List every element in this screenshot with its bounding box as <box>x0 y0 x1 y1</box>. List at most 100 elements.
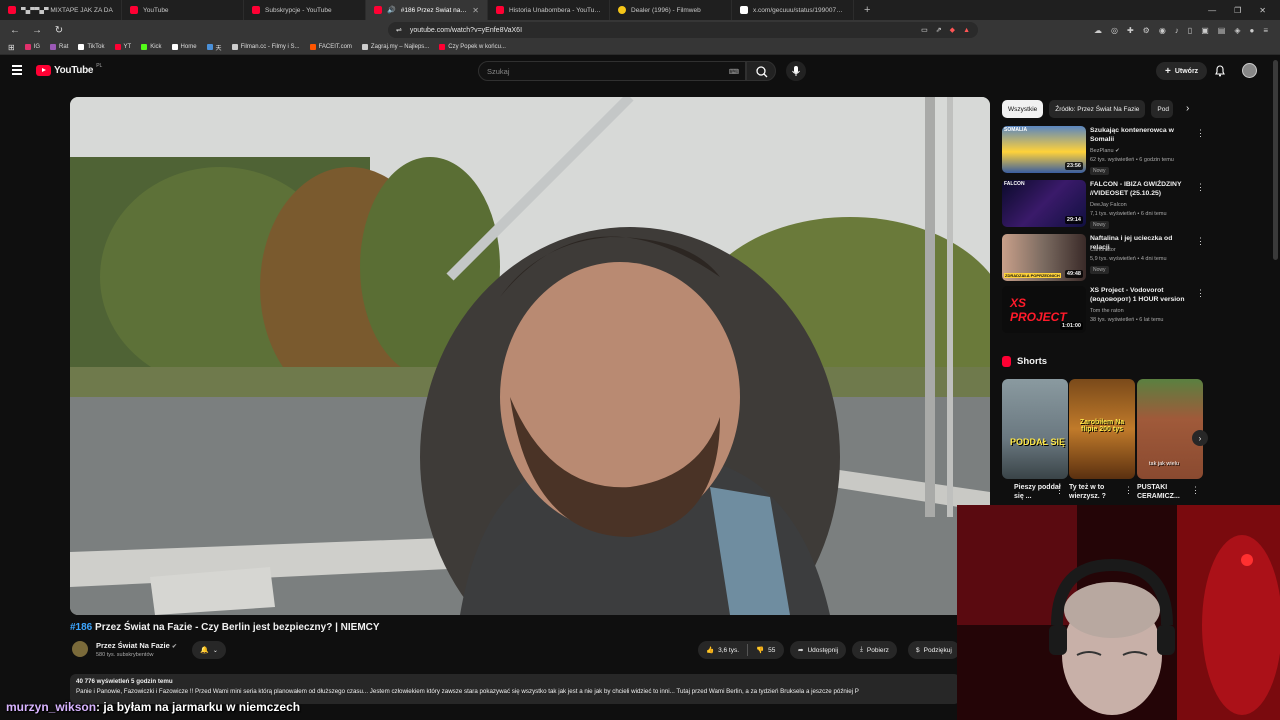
more-options-icon[interactable]: ⋮ <box>1124 485 1133 496</box>
more-options-icon[interactable]: ⋮ <box>1196 182 1205 193</box>
bookmark[interactable]: IG <box>24 44 40 50</box>
recommended-video[interactable]: XS PROJECT 1:01:00 XS Project - Vodovoro… <box>1002 286 1205 336</box>
chip-source-channel[interactable]: Źródło: Przez Świat Na Fazie <box>1049 100 1146 118</box>
bookmark[interactable]: Czy Popek w końcu... <box>439 44 506 50</box>
brave-shield-icon[interactable]: ◆ <box>950 26 955 34</box>
keyboard-icon[interactable]: ⌨ <box>729 68 739 76</box>
browser-tab[interactable]: YouTube <box>122 0 244 20</box>
audio-playing-icon[interactable]: 🔊 <box>387 6 396 14</box>
forward-arrow-icon[interactable]: → <box>26 25 48 36</box>
channel-avatar[interactable] <box>72 641 88 657</box>
puzzle-extensions-icon[interactable]: ✚ <box>1127 26 1134 35</box>
hamburger-menu-icon[interactable] <box>12 65 22 75</box>
page-scrollbar[interactable] <box>1273 60 1278 260</box>
extension-icon[interactable]: ☁ <box>1094 26 1102 35</box>
site-info-icon[interactable]: ⇌ <box>396 26 402 34</box>
short-overlay-text: Zarobiłem Na flipie 200 tys <box>1079 419 1125 433</box>
maximize-icon[interactable]: ❐ <box>1234 6 1241 15</box>
music-icon[interactable]: ♪ <box>1175 26 1179 35</box>
bookmark[interactable]: Kick <box>141 44 162 50</box>
video-player[interactable] <box>70 97 990 615</box>
more-options-icon[interactable]: ⋮ <box>1191 485 1200 496</box>
browser-tab[interactable]: x.com/gecuuu/status/1990076065 <box>732 0 854 20</box>
more-options-icon[interactable]: ⋮ <box>1196 288 1205 299</box>
notifications-bell-icon[interactable] <box>1213 64 1227 78</box>
extension-icon[interactable]: ◎ <box>1111 26 1118 35</box>
extension-icon[interactable]: ◉ <box>1159 26 1166 35</box>
back-arrow-icon[interactable]: ← <box>4 25 26 36</box>
video-title[interactable]: XS Project - Vodovorot (водоворот) 1 HOU… <box>1090 286 1190 304</box>
extension-icon[interactable]: ▣ <box>1201 26 1209 35</box>
browser-tab[interactable]: Dealer (1996) - Filmweb <box>610 0 732 20</box>
more-options-icon[interactable]: ⋮ <box>1196 128 1205 139</box>
recommended-video[interactable]: FALCON 29:14 FALCON - IBIZA GWIŹDZINY //… <box>1002 180 1205 230</box>
vpn-icon[interactable]: ◈ <box>1234 26 1240 35</box>
browser-tab-active[interactable]: 🔊 #186 Przez Świat na Fazie - C ✕ <box>366 0 488 20</box>
minimize-icon[interactable]: — <box>1208 6 1216 15</box>
download-button[interactable]: ⤓ Pobierz <box>852 641 897 659</box>
browser-tab[interactable]: Historia Unabombera - YouTube <box>488 0 610 20</box>
thanks-button[interactable]: $ Podziękuj <box>908 641 960 659</box>
bookmark[interactable]: Home <box>171 44 197 50</box>
channel-name[interactable]: Tom the raton <box>1090 308 1124 314</box>
extension-icon[interactable]: ⚙ <box>1143 26 1150 35</box>
recommended-video[interactable]: ZDRADZAŁA POPRZEDNICH 49:48 Naftalina i … <box>1002 234 1205 284</box>
recommended-video[interactable]: SOMALIA 23:56 Szukając kontenerowca w So… <box>1002 126 1205 176</box>
browser-tab[interactable]: ▀▄▀▀▄▀ MIXTAPE JAK ZA DA <box>0 0 122 20</box>
video-thumbnail[interactable]: ZDRADZAŁA POPRZEDNICH 49:48 <box>1002 234 1086 281</box>
voice-search-button[interactable] <box>786 61 806 81</box>
channel-name-row[interactable]: Przez Świat Na Fazie ✔ <box>96 641 177 650</box>
bookmark[interactable]: FACEIT.com <box>309 44 352 50</box>
close-tab-icon[interactable]: ✕ <box>472 6 479 15</box>
shorts-next-button[interactable]: › <box>1192 430 1208 446</box>
dislike-button[interactable]: 👎 55 <box>748 646 783 655</box>
reload-icon[interactable]: ↻ <box>48 25 70 36</box>
short-thumbnail[interactable]: PODDAŁ SIĘ <box>1002 379 1068 479</box>
youtube-logo[interactable]: YouTube PL <box>36 63 102 76</box>
more-options-icon[interactable]: ⋮ <box>1055 485 1064 496</box>
install-app-icon[interactable]: ▭ <box>921 26 928 34</box>
bookmark[interactable]: TikTok <box>78 44 105 50</box>
video-thumbnail[interactable]: SOMALIA 23:56 <box>1002 126 1086 173</box>
video-thumbnail[interactable]: FALCON 29:14 <box>1002 180 1086 227</box>
browser-tab[interactable]: Subskrypcje - YouTube <box>244 0 366 20</box>
video-hashtag[interactable]: #186 <box>70 622 92 633</box>
short-thumbnail[interactable]: tak jak wielu <box>1137 379 1203 479</box>
url-field[interactable]: ⇌ youtube.com/watch?v=yEnfe8VaX6I ▭ ⇗ ◆ … <box>388 22 978 38</box>
sidebar-icon[interactable]: ▯ <box>1188 26 1192 35</box>
short-title[interactable]: PUSTAKI CERAMICZ... <box>1137 483 1192 501</box>
apps-grid-icon[interactable]: ⊞ <box>8 43 15 52</box>
notifications-subscribe-button[interactable]: 🔔 ⌄ <box>192 641 226 659</box>
channel-name[interactable]: DeeJay Falcon <box>1090 202 1127 208</box>
share-icon[interactable]: ⇗ <box>936 26 942 34</box>
bookmark[interactable]: 天 <box>206 43 222 52</box>
bookmark[interactable]: Filman.cc - Filmy i S... <box>231 44 300 50</box>
search-button[interactable] <box>746 61 776 81</box>
short-thumbnail[interactable]: Zarobiłem Na flipie 200 tys <box>1069 379 1135 479</box>
bookmark[interactable]: Rat <box>50 44 68 50</box>
search-input[interactable]: Szukaj ⌨ <box>478 61 746 81</box>
bookmark[interactable]: Zagraj.my – Najleps... <box>361 44 429 50</box>
new-badge: Nowy <box>1090 167 1109 175</box>
chip-all[interactable]: Wszystkie <box>1002 100 1044 118</box>
bookmark[interactable]: YT <box>114 44 131 50</box>
video-title[interactable]: Szukając kontenerowca w Somalii <box>1090 126 1190 144</box>
share-button[interactable]: ➦ Udostępnij <box>790 641 847 659</box>
channel-name[interactable]: Carionator <box>1090 247 1116 253</box>
menu-icon[interactable]: ≡ <box>1263 26 1268 35</box>
new-tab-button[interactable]: + <box>854 4 880 16</box>
chevron-right-icon[interactable]: › <box>1186 103 1189 114</box>
brave-rewards-icon[interactable]: ▲ <box>963 27 970 34</box>
more-options-icon[interactable]: ⋮ <box>1196 236 1205 247</box>
account-avatar[interactable] <box>1242 63 1257 78</box>
create-button[interactable]: + Utwórz <box>1156 62 1208 80</box>
avatar-icon[interactable]: ● <box>1249 26 1254 35</box>
like-button[interactable]: 👍 3,6 tys. <box>698 646 747 655</box>
video-thumbnail[interactable]: XS PROJECT 1:01:00 <box>1002 286 1086 333</box>
wallet-icon[interactable]: ▤ <box>1218 26 1226 35</box>
close-window-icon[interactable]: ✕ <box>1259 6 1266 15</box>
video-title[interactable]: FALCON - IBIZA GWIŹDZINY //VIDEOSET (25.… <box>1090 180 1190 198</box>
short-title[interactable]: Ty też w to wierzysz. ? <box>1069 483 1124 501</box>
chip-related[interactable]: Pod <box>1151 100 1174 118</box>
channel-name-row[interactable]: BezPlanu ✔ <box>1090 148 1120 154</box>
